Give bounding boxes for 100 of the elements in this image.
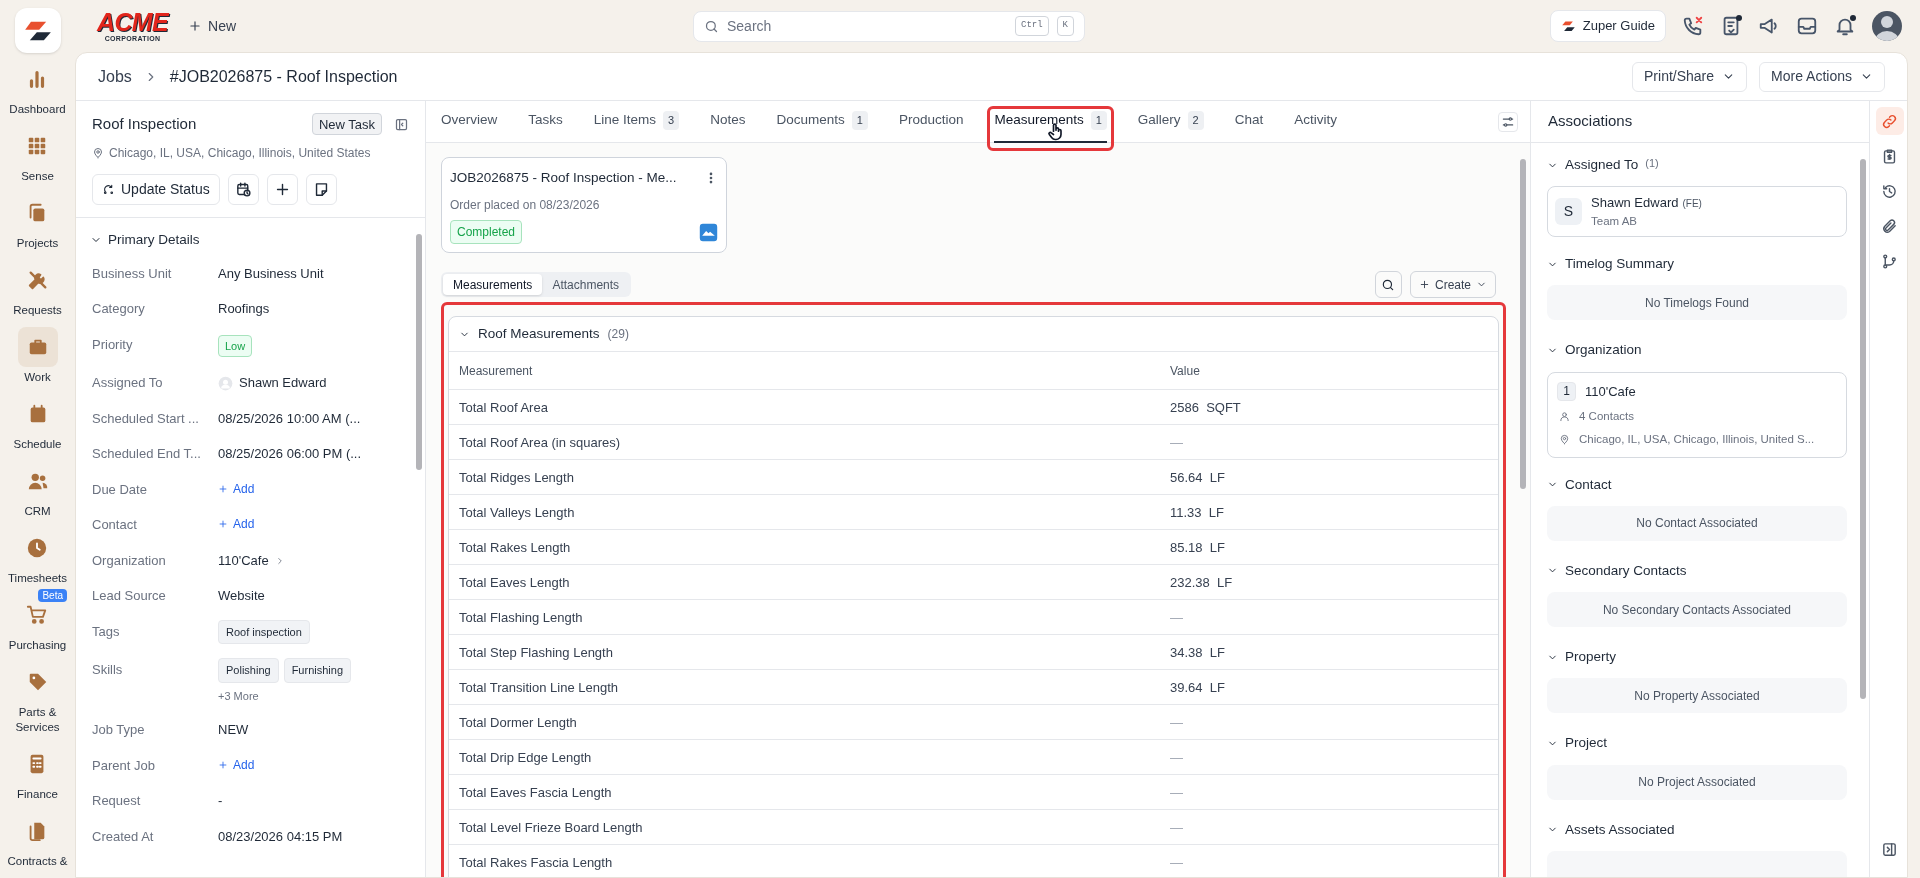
clock-icon — [26, 537, 49, 559]
tag-chip: Polishing — [218, 658, 279, 683]
plus-icon — [218, 519, 228, 530]
location-pin-icon — [92, 146, 104, 159]
app-logo[interactable] — [14, 8, 61, 53]
icon-button[interactable] — [305, 173, 337, 205]
field-value: 08/25/2026 10:00 AM (... — [218, 410, 361, 426]
field-label: Lead Source — [92, 587, 167, 606]
nav-item[interactable]: Sense — [17, 126, 58, 184]
table-cell-text: — — [1170, 748, 1183, 767]
empty-message: No Timelogs Found — [1644, 294, 1750, 312]
panel-collapse-icon — [1881, 840, 1898, 858]
tab[interactable]: Notes — [710, 100, 746, 143]
job-address: Chicago, IL, USA, Chicago, Illinois, United States — [109, 144, 371, 162]
history-icon — [1881, 182, 1898, 200]
shortcut-key: Ctrl — [1015, 16, 1049, 36]
field-value: - — [218, 793, 223, 809]
table-cell-text: Total Drip Edge Length — [458, 748, 593, 767]
tab[interactable]: Chat — [1234, 100, 1264, 143]
add-link[interactable]: Add — [218, 515, 255, 534]
section-header[interactable]: Primary Details — [90, 229, 200, 250]
table-cell-text: Total Rakes Fascia Length — [458, 853, 614, 872]
sub-tab[interactable]: Attachments — [542, 274, 630, 296]
empty-message: No Secondary Contacts Associated — [1602, 601, 1792, 619]
nav-item[interactable]: CRM — [17, 461, 58, 519]
nav-item[interactable]: Contracts & — [3, 811, 72, 869]
order-card[interactable]: JOB2026875 - Roof Inspection - Me... Order placed on 08/23/2026 Completed — [441, 157, 727, 254]
field-label: Organization — [92, 551, 167, 570]
section-header[interactable]: Organization — [1547, 340, 1642, 361]
header-icon-button[interactable] — [1796, 15, 1818, 37]
empty-message: No Project Associated — [1638, 774, 1756, 791]
field-value: Website — [218, 588, 265, 604]
nav-item[interactable]: Projects — [12, 193, 63, 251]
table-cell-text: Total Ridges Length — [458, 468, 575, 487]
tab[interactable]: Tasks — [528, 100, 563, 143]
tab[interactable]: Line Items 3 — [593, 100, 680, 143]
plus-icon — [218, 759, 228, 770]
add-link[interactable]: Add — [218, 755, 255, 774]
user-avatar[interactable] — [1872, 11, 1902, 41]
nav-item[interactable]: Parts & Services — [0, 662, 75, 735]
nav-item[interactable]: Finance — [13, 744, 62, 802]
status-cycle-icon — [102, 182, 115, 196]
organization-name: 110'Cafe — [1585, 382, 1636, 401]
tab[interactable]: Production — [898, 100, 964, 143]
sidebar-toggle-icon[interactable] — [394, 116, 409, 132]
organization-address: Chicago, IL, USA, Chicago, Illinois, United S... — [1579, 432, 1815, 448]
search-field[interactable]: Search Ctrl K — [693, 10, 1085, 42]
initial-avatar: S — [1555, 198, 1582, 226]
phone-icon — [1682, 15, 1704, 37]
nav-item[interactable]: Timesheets — [4, 528, 71, 586]
new-task-button[interactable]: New Task — [311, 113, 382, 136]
section-header[interactable]: Assets Associated — [1547, 819, 1675, 840]
dropdown-button[interactable]: Print/Share — [1632, 61, 1748, 92]
organization-link[interactable]: 110'Cafe — [218, 550, 285, 571]
search-input[interactable]: Search — [727, 14, 1007, 38]
guide-button[interactable]: Zuper Guide — [1549, 10, 1666, 42]
search-icon — [704, 18, 719, 34]
settings-sliders-icon[interactable] — [1498, 111, 1518, 132]
tab[interactable]: Gallery 2 — [1137, 100, 1204, 143]
create-button[interactable]: Create — [1409, 271, 1496, 299]
icon-button[interactable] — [227, 173, 259, 205]
organization-card[interactable]: 1 110'Cafe 4 Contacts Chicago, IL, USA, Chicago, Illinois, United S... — [1547, 371, 1847, 458]
breadcrumb-link[interactable]: Jobs — [98, 64, 132, 89]
section-header[interactable]: Contact — [1547, 474, 1612, 495]
person-card[interactable]: S Shawn Edward (FE) Team AB — [1547, 186, 1847, 237]
section-header[interactable]: Project — [1547, 733, 1608, 754]
section-header[interactable]: Property — [1547, 647, 1617, 668]
more-link[interactable]: +3 More — [218, 687, 259, 705]
nav-item[interactable]: Dashboard — [5, 59, 70, 117]
tag-chip: Furnishing — [283, 658, 351, 683]
tab[interactable]: Overview — [441, 100, 498, 143]
search-button[interactable] — [1374, 271, 1402, 299]
nav-item[interactable]: Schedule — [9, 394, 66, 452]
table-cell-text: Total Eaves Fascia Length — [458, 783, 613, 802]
empty-message: No Contact Associated — [1636, 515, 1758, 533]
group-header[interactable]: Roof Measurements (29) — [449, 317, 1498, 352]
tab[interactable]: Documents 1 — [776, 100, 868, 143]
field-label: Request — [92, 792, 142, 811]
field-label: Created At — [92, 827, 155, 846]
table-cell-text: 232.38 LF — [1170, 573, 1233, 592]
update-status-button[interactable]: Update Status — [92, 173, 220, 205]
field-label: Scheduled End T... — [92, 445, 202, 464]
nav-item[interactable]: Requests — [9, 260, 66, 318]
header-icon-button[interactable] — [1682, 15, 1704, 37]
field-label: Contact — [92, 516, 138, 535]
tab[interactable]: Activity — [1294, 100, 1338, 143]
field-value: Roofings — [218, 301, 270, 317]
table-cell-text: — — [1170, 713, 1183, 732]
side-panel-button[interactable] — [1875, 107, 1904, 135]
section-header[interactable]: Secondary Contacts — [1547, 560, 1687, 581]
table-cell-text: Total Flashing Length — [458, 608, 584, 627]
section-header[interactable]: Timelog Summary — [1547, 254, 1675, 275]
dropdown-button[interactable]: More Actions — [1759, 61, 1885, 92]
new-button[interactable]: New — [188, 15, 237, 37]
table-cell-text: 85.18 LF — [1170, 538, 1225, 557]
sub-tab[interactable]: Measurements — [443, 274, 543, 296]
header-icon-button[interactable] — [1834, 15, 1856, 37]
add-link[interactable]: Add — [218, 479, 255, 498]
tag-chip: Roof inspection — [218, 619, 310, 645]
section-header[interactable]: Assigned To (1) — [1547, 155, 1659, 176]
